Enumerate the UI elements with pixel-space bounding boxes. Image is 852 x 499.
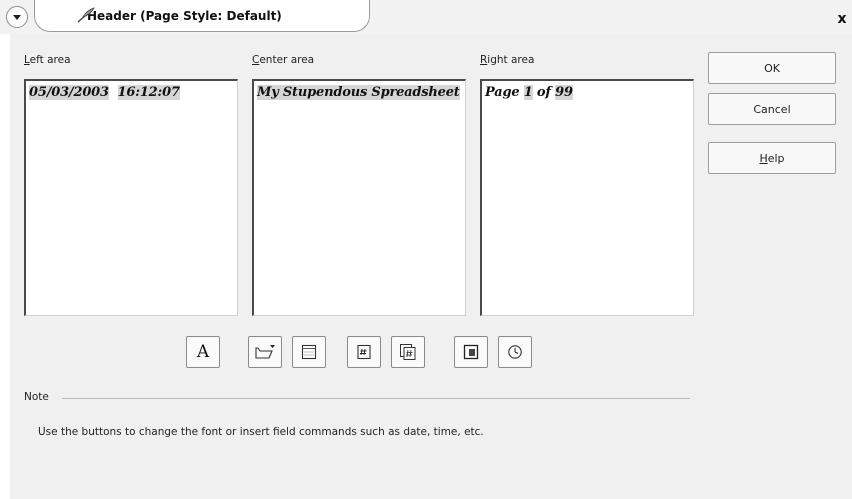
time-button[interactable]	[498, 336, 532, 368]
pages-icon	[400, 344, 416, 360]
file-name-icon	[255, 345, 275, 359]
help-button[interactable]: Help	[708, 142, 836, 174]
file-name-button[interactable]	[248, 336, 282, 368]
page-icon	[357, 344, 371, 360]
sheet-name-button[interactable]	[292, 336, 326, 368]
text-attributes-button[interactable]: A	[186, 336, 220, 368]
close-button[interactable]: x	[834, 11, 850, 27]
window-title-tab: Header (Page Style: Default)	[34, 0, 370, 32]
note-label: Note	[24, 391, 49, 403]
chevron-down-icon	[13, 14, 21, 20]
cancel-button[interactable]: Cancel	[708, 93, 836, 125]
page-field: 1	[523, 85, 533, 100]
ok-button[interactable]: OK	[708, 52, 836, 84]
right-area-content: Page 1 of 99	[485, 85, 573, 100]
right-area-field[interactable]: Page 1 of 99	[480, 79, 694, 316]
center-area-content: My Stupendous Spreadsheet	[257, 85, 460, 100]
pages-button[interactable]	[391, 336, 425, 368]
center-area-label: Center area	[252, 54, 315, 66]
left-area-field[interactable]: 05/03/2003 16:12:07	[24, 79, 238, 316]
right-area-label: Right area	[480, 54, 535, 66]
title-field: My Stupendous Spreadsheet	[257, 85, 460, 100]
time-field: 16:12:07	[117, 85, 180, 100]
note-divider	[62, 398, 690, 399]
page-button[interactable]	[347, 336, 381, 368]
date-icon	[463, 344, 479, 360]
left-area-label: Left area	[24, 54, 71, 66]
date-button[interactable]	[454, 336, 488, 368]
time-icon	[508, 345, 522, 359]
title-bar: Header (Page Style: Default) x	[0, 0, 852, 34]
sheet-name-icon	[301, 344, 317, 360]
close-icon: x	[837, 11, 847, 27]
window-title: Header (Page Style: Default)	[87, 8, 282, 23]
date-field: 05/03/2003	[29, 85, 109, 100]
note-text: Use the buttons to change the font or in…	[38, 426, 484, 438]
feather-icon	[77, 7, 95, 23]
left-area-content: 05/03/2003 16:12:07	[29, 85, 180, 100]
pages-field: 99	[555, 85, 573, 100]
center-area-field[interactable]: My Stupendous Spreadsheet	[252, 79, 466, 316]
window-menu-button[interactable]	[6, 6, 28, 28]
header-dialog: Left area 05/03/2003 16:12:07 Center are…	[10, 34, 852, 499]
text-attributes-icon: A	[196, 342, 210, 362]
